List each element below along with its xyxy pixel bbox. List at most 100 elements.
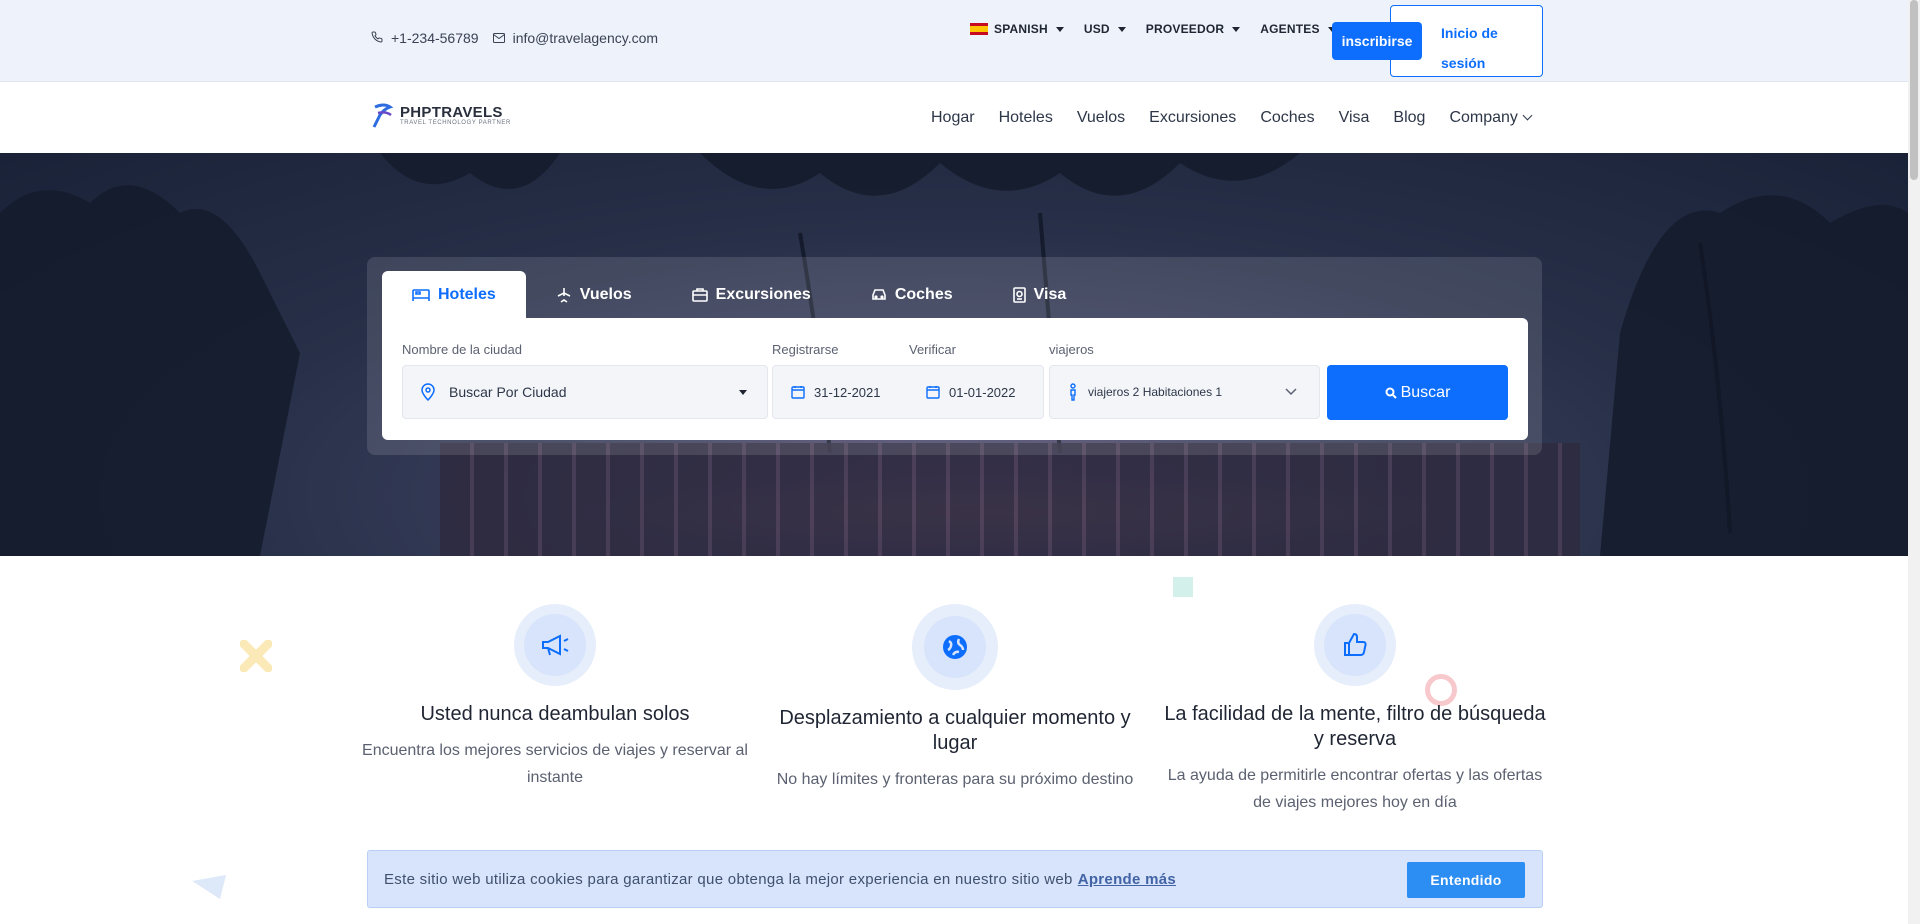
cookie-text: Este sitio web utiliza cookies para gara… [384, 870, 1073, 888]
chevron-down-icon [1522, 110, 1533, 121]
supplier-label: PROVEEDOR [1145, 22, 1225, 36]
checkout-label: Verificar [909, 342, 956, 357]
checkout-value: 01-01-2022 [949, 384, 1016, 400]
date-range-field: 31-12-2021 01-01-2022 [772, 365, 1044, 419]
person-icon [1070, 383, 1076, 401]
language-label: SPANISH [994, 22, 1048, 36]
triangle-decoration [192, 875, 226, 899]
logo-mark-icon [372, 103, 394, 128]
megaphone-icon [542, 634, 569, 656]
search-icon [1385, 387, 1397, 399]
travellers-value: viajeros 2 Habitaciones 1 [1088, 385, 1223, 399]
tab-label: Visa [1033, 285, 1067, 303]
search-tabs: Hoteles Vuelos Excursiones Coches Visa [382, 271, 1096, 318]
language-dropdown[interactable]: SPANISH [970, 22, 1064, 36]
login-label-line1: Inicio de [1441, 25, 1498, 41]
nav-item-visa[interactable]: Visa [1339, 109, 1370, 127]
nav-item-flights[interactable]: Vuelos [1077, 109, 1125, 127]
scrollbar-thumb[interactable] [1910, 0, 1918, 180]
caret-down-icon [1117, 26, 1126, 32]
globe-icon [943, 635, 967, 659]
hero-building [440, 443, 1580, 556]
feature-card: Usted nunca deambulan solos Encuentra lo… [360, 604, 750, 791]
calendar-icon [926, 386, 940, 399]
agents-label: AGENTES [1260, 22, 1320, 36]
brand-logo[interactable]: PHPTRAVELS TRAVEL TECHNOLOGY PARTNER [372, 103, 511, 129]
accept-cookies-button[interactable]: Entendido [1407, 862, 1525, 898]
main-navbar: PHPTRAVELS TRAVEL TECHNOLOGY PARTNER Hog… [0, 83, 1908, 153]
tab-hotels[interactable]: Hoteles [382, 271, 526, 318]
feature-text: La ayuda de permitirle encontrar ofertas… [1167, 767, 1543, 811]
tab-label: Excursiones [715, 285, 811, 303]
nav-item-company[interactable]: Company [1449, 109, 1533, 127]
agents-dropdown[interactable]: AGENTES [1260, 22, 1336, 36]
tab-tours[interactable]: Excursiones [662, 271, 841, 318]
bed-icon [412, 288, 430, 301]
main-menu: Hogar Hoteles Vuelos Excursiones Coches … [931, 109, 1533, 127]
car-icon [872, 289, 886, 300]
travellers-label: viajeros [1049, 342, 1094, 357]
feature-title: Desplazamiento a cualquier momento y lug… [779, 707, 1131, 754]
caret-down-icon [1055, 26, 1064, 32]
email-contact[interactable]: info@travelagency.com [492, 30, 659, 46]
city-select[interactable]: Buscar Por Ciudad [402, 365, 768, 419]
tab-flights[interactable]: Vuelos [526, 271, 662, 318]
passport-icon [1012, 286, 1026, 303]
chevron-down-icon [1285, 388, 1297, 396]
currency-dropdown[interactable]: USD [1084, 22, 1126, 36]
spain-flag-icon [970, 23, 988, 35]
page-scrollbar[interactable] [1908, 0, 1920, 924]
nav-item-home[interactable]: Hogar [931, 109, 975, 127]
square-decoration [1173, 577, 1193, 597]
caret-down-icon [739, 389, 747, 395]
feature-text: No hay límites y fronteras para su próxi… [776, 771, 1134, 788]
city-value: Buscar Por Ciudad [449, 384, 567, 400]
feature-card: Desplazamiento a cualquier momento y lug… [760, 604, 1150, 793]
thumbs-up-icon [1344, 632, 1367, 656]
cross-decoration [240, 640, 272, 672]
calendar-icon [791, 386, 805, 399]
checkin-value: 31-12-2021 [814, 384, 881, 400]
feature-text: Encuentra los mejores servicios de viaje… [362, 742, 748, 786]
map-pin-icon [421, 383, 435, 401]
feature-icon-circle [514, 604, 596, 686]
travellers-dropdown[interactable]: viajeros 2 Habitaciones 1 [1049, 365, 1320, 419]
tab-cars[interactable]: Coches [841, 271, 983, 318]
brand-tagline: TRAVEL TECHNOLOGY PARTNER [400, 120, 511, 126]
brand-name: PHPTRAVELS [400, 104, 503, 121]
feature-title: La facilidad de la mente, filtro de búsq… [1164, 703, 1546, 750]
signup-button[interactable]: inscribirse [1332, 22, 1422, 60]
phone-icon [371, 30, 383, 46]
phone-contact[interactable]: +1-234-56789 [371, 30, 479, 46]
checkout-input[interactable]: 01-01-2022 [908, 366, 1043, 418]
nav-item-tours[interactable]: Excursiones [1149, 109, 1236, 127]
email-address: info@travelagency.com [512, 30, 659, 46]
tab-label: Vuelos [579, 285, 632, 303]
contact-info: +1-234-56789 info@travelagency.com [371, 30, 658, 46]
cookie-banner: Este sitio web utiliza cookies para gara… [367, 850, 1543, 908]
currency-label: USD [1083, 22, 1110, 36]
mail-icon [492, 30, 505, 46]
suitcase-icon [691, 287, 708, 302]
feature-icon-circle [912, 604, 998, 690]
tab-label: Coches [894, 285, 953, 303]
tab-label: Hoteles [438, 285, 496, 303]
hotel-search-form: Nombre de la ciudad Buscar Por Ciudad Re… [382, 318, 1528, 440]
supplier-dropdown[interactable]: PROVEEDOR [1145, 22, 1241, 36]
tab-visa[interactable]: Visa [983, 271, 1097, 318]
learn-more-link[interactable]: Aprende más [1078, 871, 1176, 888]
checkin-input[interactable]: 31-12-2021 [773, 366, 908, 418]
nav-item-blog[interactable]: Blog [1393, 109, 1425, 127]
company-label: Company [1449, 109, 1518, 126]
search-button[interactable]: Buscar [1327, 365, 1508, 420]
feature-title: Usted nunca deambulan solos [420, 703, 690, 725]
phone-number: +1-234-56789 [391, 30, 479, 46]
city-label: Nombre de la ciudad [402, 342, 522, 357]
login-label-line2: sesión [1441, 55, 1486, 71]
nav-item-cars[interactable]: Coches [1260, 109, 1314, 127]
caret-down-icon [1232, 26, 1241, 32]
top-bar: +1-234-56789 info@travelagency.com SPANI… [0, 0, 1908, 82]
feature-icon-circle [1314, 604, 1396, 686]
feature-card: La facilidad de la mente, filtro de búsq… [1160, 604, 1550, 816]
nav-item-hotels[interactable]: Hoteles [999, 109, 1053, 127]
